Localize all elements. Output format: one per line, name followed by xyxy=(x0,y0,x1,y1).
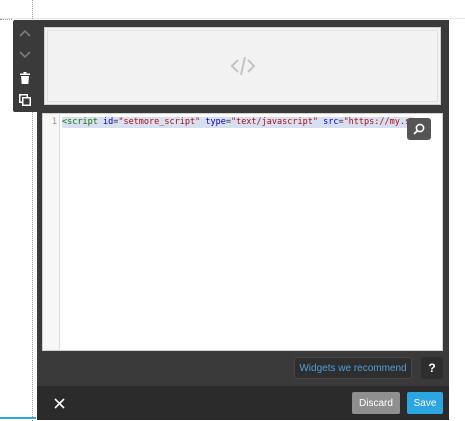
copy-icon xyxy=(19,94,31,106)
duplicate-button[interactable] xyxy=(13,89,37,111)
move-up-button[interactable] xyxy=(13,22,37,44)
widgets-recommend-button[interactable]: Widgets we recommend xyxy=(294,357,412,379)
code-icon xyxy=(230,56,255,76)
code-token-string: "text/javascript" xyxy=(230,117,318,127)
chevron-down-icon xyxy=(19,51,31,59)
code-editor[interactable]: 1 <script id="setmore_script" type="text… xyxy=(42,113,443,351)
page-header-strip xyxy=(0,0,465,19)
search-icon xyxy=(413,123,425,135)
delete-button[interactable] xyxy=(13,67,37,89)
line-number: 1 xyxy=(51,117,57,127)
search-button[interactable] xyxy=(407,118,431,140)
close-button[interactable] xyxy=(51,395,67,411)
discard-button[interactable]: Discard xyxy=(352,392,400,414)
code-token-attr: type xyxy=(205,117,226,127)
html-widget-editor-panel: 1 <script id="setmore_script" type="text… xyxy=(37,20,449,420)
editor-footer: Discard Save xyxy=(37,386,449,420)
chevron-up-icon xyxy=(19,29,31,37)
widget-toolbar xyxy=(13,20,37,112)
code-token-string: "https://my.s xyxy=(343,117,411,127)
code-token-tag: <script xyxy=(62,117,98,127)
code-token-attr: src xyxy=(323,117,339,127)
save-button[interactable]: Save xyxy=(407,392,443,414)
trash-icon xyxy=(20,72,30,84)
code-token-string: "setmore_script" xyxy=(118,117,201,127)
selection-accent xyxy=(0,417,36,419)
line-gutter: 1 xyxy=(43,114,60,350)
preview-placeholder xyxy=(47,30,438,102)
help-button[interactable]: ? xyxy=(421,357,443,379)
code-token-attr: id xyxy=(102,117,114,127)
widget-preview xyxy=(44,27,441,105)
widget-outline-top xyxy=(0,19,12,20)
move-down-button[interactable] xyxy=(13,44,37,66)
close-icon xyxy=(53,397,65,409)
code-line[interactable]: <script id="setmore_script" type="text/j… xyxy=(62,117,415,128)
